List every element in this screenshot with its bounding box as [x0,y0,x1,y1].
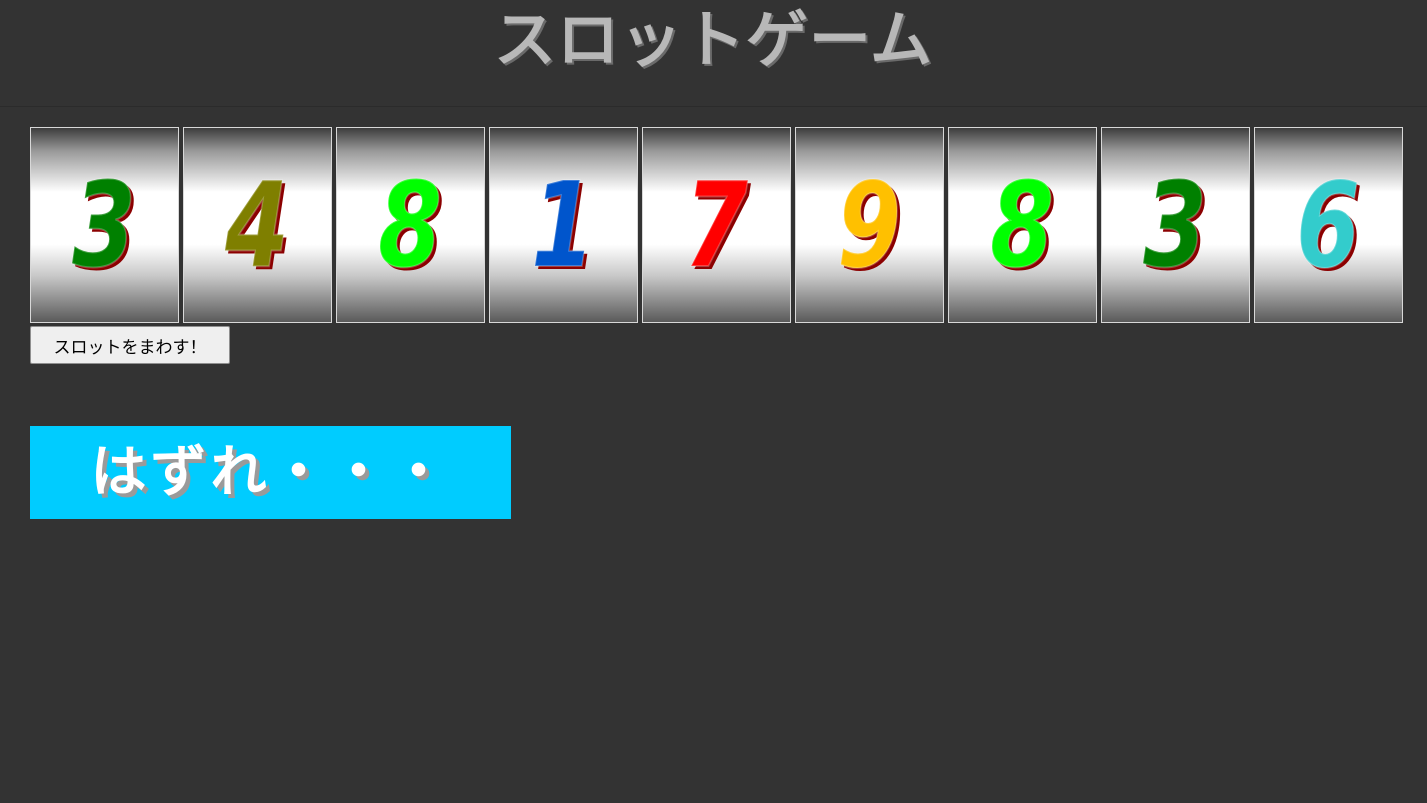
reel-7: 8 [948,127,1097,323]
result-text: はずれ・・・ [90,440,451,505]
reel-digit: 3 [72,156,138,294]
reel-digit: 7 [684,156,750,294]
reel-digit: 4 [225,156,291,294]
result-banner: はずれ・・・ [30,426,511,519]
reel-digit: 1 [531,156,597,294]
spin-button[interactable]: スロットをまわす！ [30,326,230,364]
reel-digit: 3 [1143,156,1209,294]
reel-5: 7 [642,127,791,323]
slot-reels: 3 4 8 1 7 9 8 3 6 [30,127,1403,323]
page-title: スロットゲーム [493,3,934,76]
reel-6: 9 [795,127,944,323]
reel-9: 6 [1254,127,1403,323]
reel-3: 8 [336,127,485,323]
reel-digit: 8 [378,156,444,294]
reel-digit: 6 [1296,156,1362,294]
reel-4: 1 [489,127,638,323]
reel-digit: 8 [990,156,1056,294]
reel-8: 3 [1101,127,1250,323]
reel-digit: 9 [837,156,903,294]
page-header: スロットゲーム [0,0,1427,107]
reel-2: 4 [183,127,332,323]
reel-1: 3 [30,127,179,323]
